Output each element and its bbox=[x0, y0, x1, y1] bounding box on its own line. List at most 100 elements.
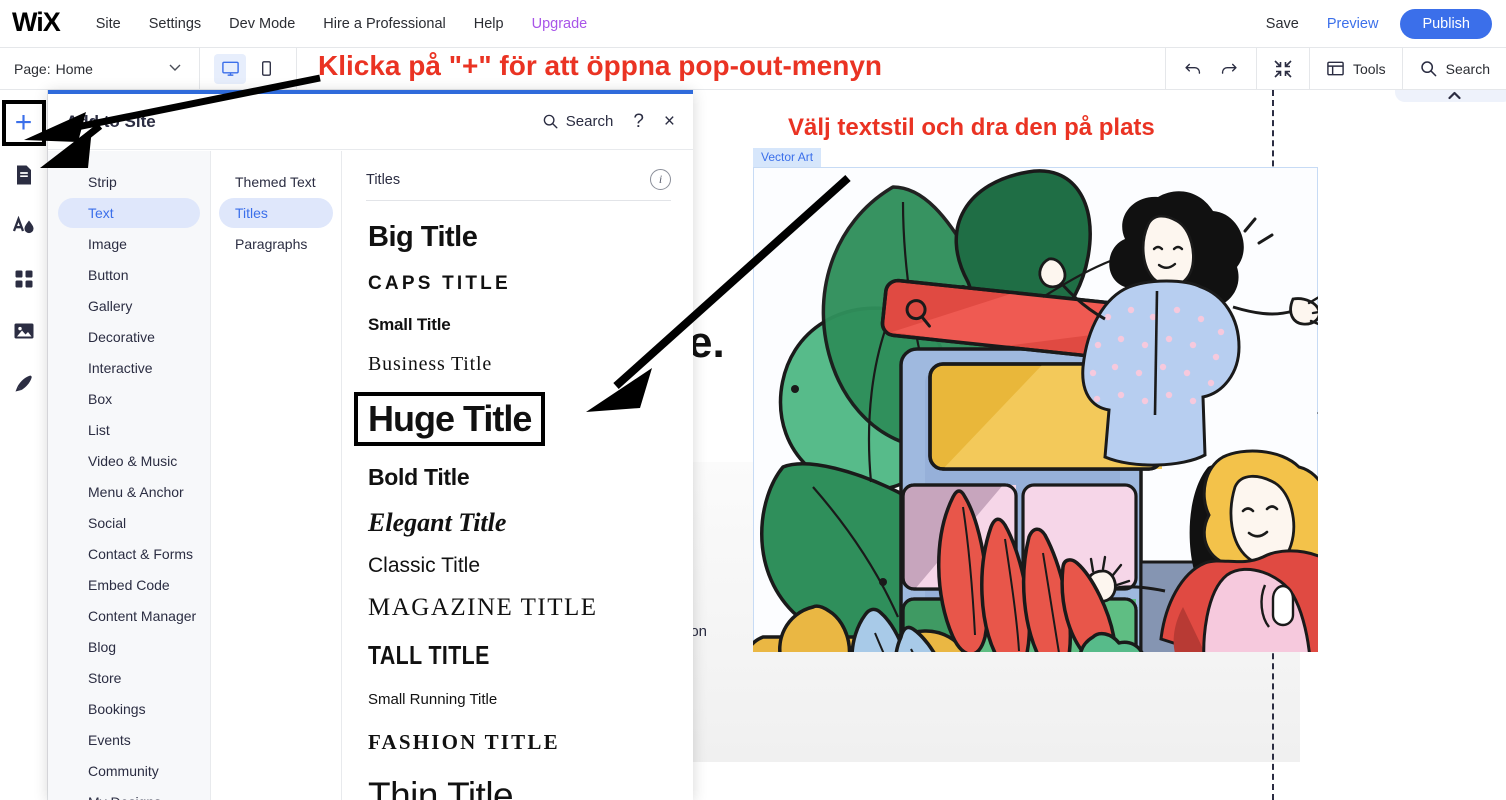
text-style-business-title[interactable]: Business Title bbox=[368, 353, 671, 376]
close-icon[interactable]: × bbox=[664, 111, 675, 133]
device-switcher bbox=[200, 48, 297, 90]
desktop-icon bbox=[221, 59, 240, 78]
search-icon bbox=[1419, 59, 1438, 78]
category-item-button[interactable]: Button bbox=[58, 260, 200, 290]
apps-icon bbox=[14, 269, 34, 289]
vector-art-illustration[interactable] bbox=[753, 167, 1318, 652]
text-style-huge-title[interactable]: Huge Title bbox=[368, 398, 531, 440]
toolbar-search-button[interactable]: Search bbox=[1419, 59, 1490, 78]
list-header: Titles i bbox=[366, 169, 671, 201]
add-to-site-panel: Add to Site Search ? × Strip Text Image … bbox=[48, 90, 693, 800]
menu-item-site[interactable]: Site bbox=[82, 10, 135, 38]
tools-button[interactable]: Tools bbox=[1326, 59, 1386, 78]
category-item-bookings[interactable]: Bookings bbox=[58, 694, 200, 724]
page-selector-value: Home bbox=[56, 61, 93, 77]
publish-button[interactable]: Publish bbox=[1400, 9, 1492, 39]
element-type-tag: Vector Art bbox=[753, 148, 821, 167]
category-item-strip[interactable]: Strip bbox=[58, 167, 200, 197]
rail-item-app-market[interactable] bbox=[4, 258, 44, 300]
category-item-social[interactable]: Social bbox=[58, 508, 200, 538]
panel-body: Strip Text Image Button Gallery Decorati… bbox=[48, 151, 693, 800]
category-item-video-music[interactable]: Video & Music bbox=[58, 446, 200, 476]
category-item-embed-code[interactable]: Embed Code bbox=[58, 570, 200, 600]
toolbar-right-actions: Tools Search bbox=[1165, 48, 1506, 90]
page-selector[interactable]: Page: Home bbox=[0, 48, 200, 90]
text-style-classic-title[interactable]: Classic Title bbox=[368, 554, 671, 578]
preview-button[interactable]: Preview bbox=[1313, 10, 1393, 38]
redo-button[interactable] bbox=[1218, 58, 1240, 80]
annotation-text-2: Välj textstil och dra den på plats bbox=[788, 114, 1155, 142]
subcategory-item-titles[interactable]: Titles bbox=[219, 198, 333, 228]
category-item-decorative[interactable]: Decorative bbox=[58, 322, 200, 352]
selected-style-highlight-box bbox=[354, 392, 545, 446]
mobile-view-button[interactable] bbox=[250, 54, 282, 84]
menu-item-settings[interactable]: Settings bbox=[135, 10, 215, 38]
top-menu-items: Site Settings Dev Mode Hire a Profession… bbox=[82, 10, 601, 38]
image-icon bbox=[13, 321, 35, 341]
desktop-view-button[interactable] bbox=[214, 54, 246, 84]
panel-search-button[interactable]: Search bbox=[542, 113, 614, 130]
subcategory-item-themed-text[interactable]: Themed Text bbox=[219, 167, 333, 197]
category-item-image[interactable]: Image bbox=[58, 229, 200, 259]
toolbar-search-label: Search bbox=[1446, 61, 1490, 77]
panel-search-label: Search bbox=[566, 113, 614, 130]
category-item-box[interactable]: Box bbox=[58, 384, 200, 414]
zoom-out-button[interactable] bbox=[1273, 59, 1293, 79]
panel-header-actions: Search ? × bbox=[542, 111, 675, 133]
pen-icon bbox=[13, 372, 35, 394]
pages-icon bbox=[14, 164, 34, 186]
text-style-elegant-title[interactable]: Elegant Title bbox=[368, 508, 671, 538]
text-style-caps-title[interactable]: CAPS TITLE bbox=[368, 273, 671, 295]
site-subtext-fragment: ion bbox=[693, 623, 707, 640]
menu-item-hire-a-professional[interactable]: Hire a Professional bbox=[309, 10, 460, 38]
site-heading-fragment: e. bbox=[693, 318, 725, 368]
info-icon[interactable]: i bbox=[650, 169, 671, 190]
text-style-fashion-title[interactable]: FASHION TITLE bbox=[368, 730, 671, 755]
category-item-events[interactable]: Events bbox=[58, 725, 200, 755]
list-header-title: Titles bbox=[366, 172, 400, 188]
menu-item-upgrade[interactable]: Upgrade bbox=[518, 10, 602, 38]
annotation-text-1: Klicka på "+" för att öppna pop-out-meny… bbox=[318, 50, 882, 82]
help-icon[interactable]: ? bbox=[633, 111, 644, 133]
category-item-my-designs[interactable]: My Designs bbox=[58, 787, 200, 800]
text-style-list: Big Title CAPS TITLE Small Title Busines… bbox=[366, 201, 671, 800]
save-button[interactable]: Save bbox=[1252, 10, 1313, 38]
wix-logo[interactable]: WiX bbox=[12, 9, 60, 39]
category-item-interactive[interactable]: Interactive bbox=[58, 353, 200, 383]
category-item-community[interactable]: Community bbox=[58, 756, 200, 786]
category-item-menu-anchor[interactable]: Menu & Anchor bbox=[58, 477, 200, 507]
text-style-thin-title[interactable]: Thin Title bbox=[368, 775, 671, 800]
menu-item-help[interactable]: Help bbox=[460, 10, 518, 38]
top-bar-actions: Save Preview Publish bbox=[1252, 9, 1506, 39]
search-icon bbox=[542, 113, 559, 130]
undo-button[interactable] bbox=[1182, 58, 1204, 80]
rail-item-site-pages[interactable] bbox=[4, 154, 44, 196]
text-style-bold-title[interactable]: Bold Title bbox=[368, 464, 671, 491]
subcategory-item-paragraphs[interactable]: Paragraphs bbox=[219, 229, 333, 259]
wix-editor-screenshot: WiX Site Settings Dev Mode Hire a Profes… bbox=[0, 0, 1506, 800]
category-item-text[interactable]: Text bbox=[58, 198, 200, 228]
category-item-gallery[interactable]: Gallery bbox=[58, 291, 200, 321]
zoom-group bbox=[1256, 48, 1309, 90]
category-item-blog[interactable]: Blog bbox=[58, 632, 200, 662]
text-style-small-running-title[interactable]: Small Running Title bbox=[368, 691, 671, 708]
text-style-tall-title[interactable]: TALL TITLE bbox=[368, 640, 616, 671]
rail-item-dev-tools[interactable] bbox=[4, 362, 44, 404]
redo-icon bbox=[1218, 58, 1240, 80]
tools-group: Tools bbox=[1309, 48, 1402, 90]
rail-item-my-uploads[interactable] bbox=[4, 310, 44, 352]
category-item-content-manager[interactable]: Content Manager bbox=[58, 601, 200, 631]
menu-item-dev-mode[interactable]: Dev Mode bbox=[215, 10, 309, 38]
text-style-magazine-title[interactable]: MAGAZINE TITLE bbox=[368, 594, 671, 622]
text-style-list-column: Titles i Big Title CAPS TITLE Small Titl… bbox=[342, 151, 693, 800]
panel-collapse-tab[interactable] bbox=[1395, 90, 1506, 102]
text-style-small-title[interactable]: Small Title bbox=[368, 315, 671, 335]
top-menu-bar: WiX Site Settings Dev Mode Hire a Profes… bbox=[0, 0, 1506, 48]
rail-item-add-elements[interactable]: + bbox=[2, 100, 46, 146]
category-item-contact-forms[interactable]: Contact & Forms bbox=[58, 539, 200, 569]
text-style-big-title[interactable]: Big Title bbox=[368, 221, 671, 254]
rail-item-site-design[interactable] bbox=[4, 206, 44, 248]
category-item-store[interactable]: Store bbox=[58, 663, 200, 693]
category-item-list[interactable]: List bbox=[58, 415, 200, 445]
chevron-up-icon bbox=[1448, 91, 1461, 100]
